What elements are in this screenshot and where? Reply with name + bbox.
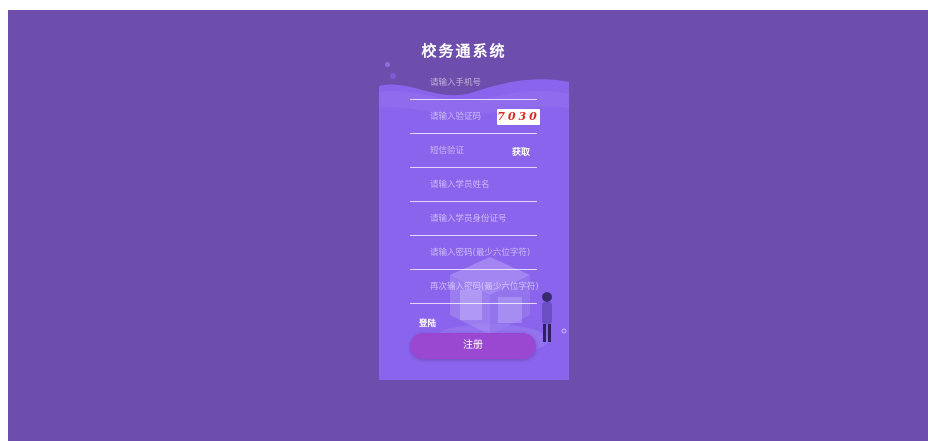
phone-field (410, 66, 538, 100)
register-button[interactable]: 注册 (410, 333, 536, 359)
student-name-input[interactable] (430, 177, 538, 193)
phone-input[interactable] (430, 75, 538, 91)
get-sms-code-button[interactable]: 获取 (512, 145, 530, 158)
password-confirm-input[interactable] (430, 279, 538, 295)
login-link[interactable]: 登陆 (419, 317, 436, 329)
student-id-field (410, 202, 538, 236)
password-confirm-field (410, 270, 538, 304)
decor-dot (385, 62, 390, 67)
password-input[interactable] (430, 245, 538, 261)
sms-code-input[interactable] (430, 143, 500, 159)
page-title: 校务通系统 (421, 42, 507, 60)
password-field (410, 236, 538, 270)
captcha-image[interactable]: 7030 (497, 109, 540, 125)
captcha-input[interactable] (430, 109, 492, 125)
student-name-field (410, 168, 538, 202)
student-id-input[interactable] (430, 211, 538, 227)
